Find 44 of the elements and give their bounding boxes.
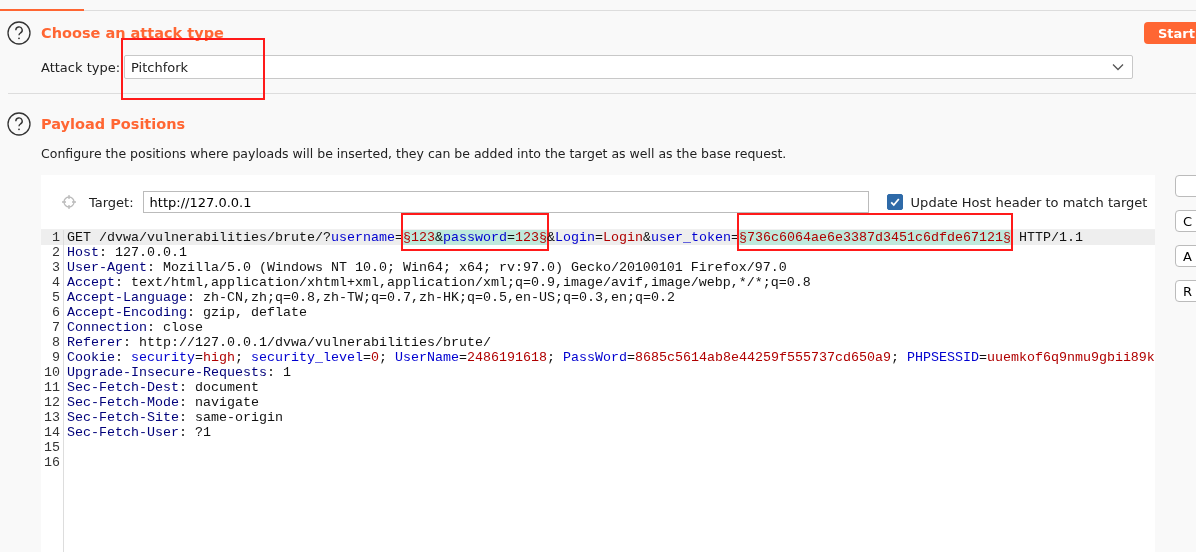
code-line: Connection: close [67,320,203,335]
section-description: Configure the positions where payloads will be inserted, they can be added into the target as well as the base request. [41,146,788,161]
line-number: 13 [43,410,61,425]
checkbox[interactable] [886,194,903,210]
line-number: 1 [51,230,61,245]
attack-type-label: Attack type: [41,59,121,75]
checkbox-label: Update Host header to match target [910,194,1148,210]
code-line: Accept: text/html,application/xhtml+xml,application/xml;q=0.9,image/avif,image/webp,*/*;q=0.8 [67,275,811,290]
code-line: Accept-Language: zh-CN,zh;q=0.8,zh-TW;q=0.7,zh-HK;q=0.5,en-US;q=0.3,en;q=0.2 [67,290,675,305]
code-line: Sec-Fetch-User: ?1 [67,425,211,440]
code-line: User-Agent: Mozilla/5.0 (Windows NT 10.0; Win64; x64; rv:97.0) Gecko/20100101 Firefox/97.0 [67,260,787,275]
line-number: 3 [51,260,61,275]
line-number: 5 [51,290,61,305]
line-number: 6 [51,305,61,320]
code-line: Host: 127.0.0.1 [67,245,187,260]
line-number: 10 [43,365,61,380]
code-line: Upgrade-Insecure-Requests: 1 [67,365,291,380]
code-line: Referer: http://127.0.0.1/dvwa/vulnerabilities/brute/ [67,335,491,350]
target-field[interactable]: http://127.0.0.1 [142,191,869,213]
line-number: 2 [51,245,61,260]
code-line: Cookie: security=high; security_level=0; UserName=2486191618; PassWord=8685c5614ab8e44259f555737cd650a9; PHPSESSID=uuemkof6q9nmu9gbii89k [67,350,1155,365]
code-line: Sec-Fetch-Dest: document [67,380,259,395]
line-number: 16 [43,455,61,470]
crosshair-icon [61,194,77,210]
chevron-down-icon [1112,63,1124,71]
code-line: Sec-Fetch-Mode: navigate [67,395,259,410]
line-number: 7 [51,320,61,335]
line-number: 11 [43,380,61,395]
target-label: Target: [89,194,134,210]
side-button[interactable]: R [1174,280,1196,302]
help-icon[interactable] [7,112,31,136]
help-icon[interactable] [7,21,31,45]
attack-type-dropdown[interactable]: Pitchfork [124,55,1133,79]
line-number: 12 [43,395,61,410]
code-line: Sec-Fetch-Site: same-origin [67,410,283,425]
line-number: 9 [51,350,61,365]
side-button[interactable]: C [1174,210,1196,232]
code-line: Accept-Encoding: gzip, deflate [67,305,307,320]
line-number: 8 [51,335,61,350]
section-title: Payload Positions [41,116,186,132]
side-button[interactable]: A [1174,245,1196,267]
line-number: 14 [43,425,61,440]
line-number: 4 [51,275,61,290]
line-number: 15 [43,440,61,455]
